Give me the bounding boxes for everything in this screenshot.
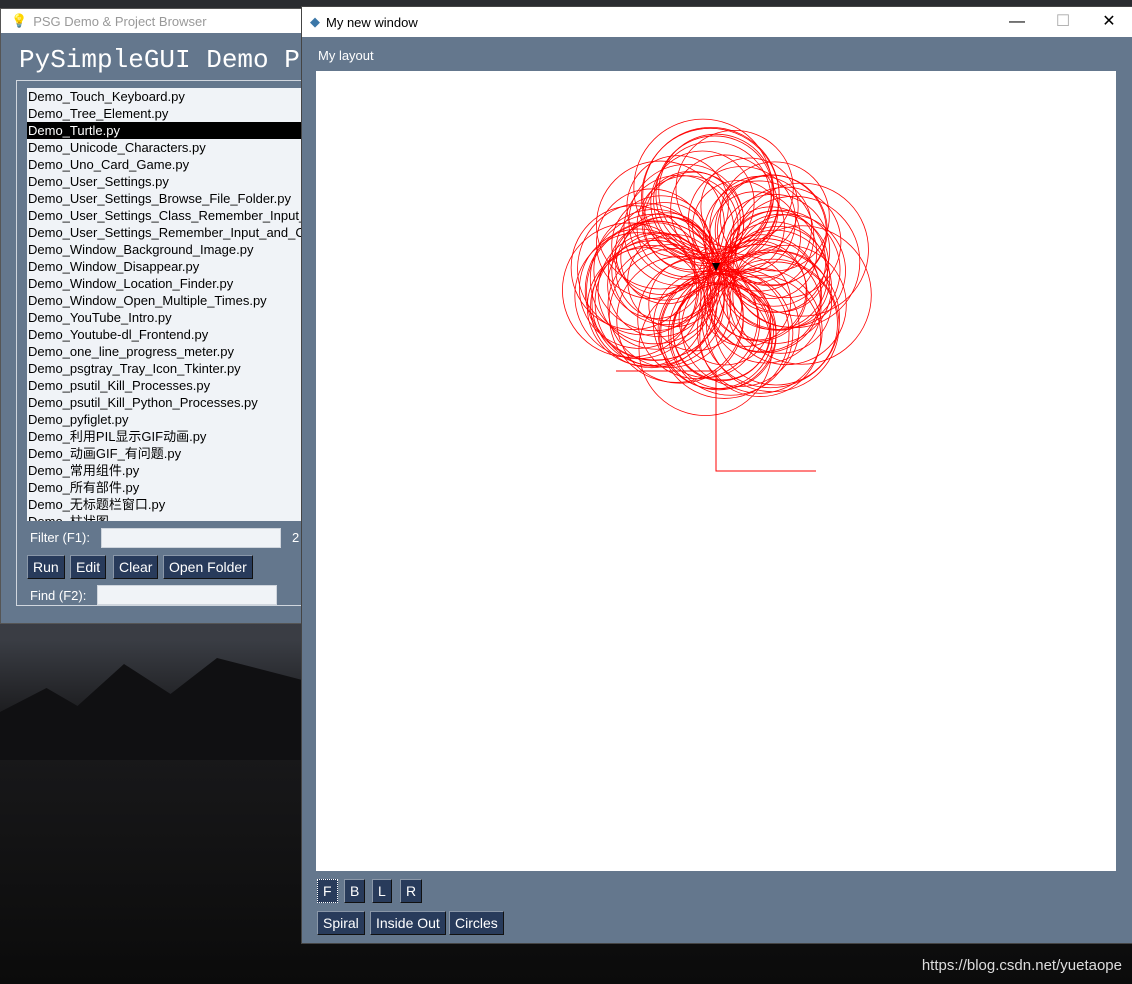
inside-out-button[interactable]: Inside Out: [370, 911, 446, 935]
forward-button[interactable]: F: [317, 879, 338, 903]
file-list-item[interactable]: Demo_User_Settings.py: [27, 173, 307, 190]
file-list-item[interactable]: Demo_User_Settings_Class_Remember_Input_: [27, 207, 307, 224]
title-bar: ◆ My new window — ☐ ✕: [302, 7, 1132, 37]
window-title: PSG Demo & Project Browser: [33, 13, 207, 29]
file-list-item[interactable]: Demo_Window_Open_Multiple_Times.py: [27, 292, 307, 309]
bulb-icon: 💡: [11, 13, 28, 28]
file-list-item[interactable]: Demo_无标题栏窗口.py: [27, 496, 307, 513]
layout-label: My layout: [318, 48, 374, 63]
file-list-item[interactable]: Demo_利用PIL显示GIF动画.py: [27, 428, 307, 445]
file-list-item[interactable]: Demo_动画GIF_有问题.py: [27, 445, 307, 462]
python-icon: ◆: [310, 14, 320, 29]
mountain-silhouette: [0, 658, 310, 760]
file-list-item[interactable]: Demo_User_Settings_Remember_Input_and_C: [27, 224, 307, 241]
close-button[interactable]: ✕: [1086, 7, 1132, 37]
back-button[interactable]: B: [344, 879, 366, 903]
file-list-item[interactable]: Demo_Window_Location_Finder.py: [27, 275, 307, 292]
spiral-button[interactable]: Spiral: [317, 911, 365, 935]
file-list-item[interactable]: Demo_Youtube-dl_Frontend.py: [27, 326, 307, 343]
file-list-item[interactable]: Demo_Uno_Card_Game.py: [27, 156, 307, 173]
file-list-item[interactable]: Demo_Unicode_Characters.py: [27, 139, 307, 156]
find-label: Find (F2):: [30, 588, 87, 603]
file-list[interactable]: Demo_Touch_Keyboard.py Demo_Tree_Element.…: [27, 88, 307, 521]
run-button[interactable]: Run: [27, 555, 65, 579]
file-list-item[interactable]: Demo_柱状图: [27, 513, 307, 521]
turtle-window: ◆ My new window — ☐ ✕ My layout F B L R …: [301, 6, 1132, 944]
file-list-item[interactable]: Demo_Touch_Keyboard.py: [27, 88, 307, 105]
file-list-item[interactable]: Demo_所有部件.py: [27, 479, 307, 496]
circles-button[interactable]: Circles: [449, 911, 504, 935]
turtle-circle: [616, 256, 744, 384]
clear-button[interactable]: Clear: [113, 555, 159, 579]
file-list-item[interactable]: Demo_psgtray_Tray_Icon_Tkinter.py: [27, 360, 307, 377]
left-button[interactable]: L: [372, 879, 392, 903]
file-list-item[interactable]: Demo_User_Settings_Browse_File_Folder.py: [27, 190, 307, 207]
file-list-item[interactable]: Demo_Turtle.py: [27, 122, 307, 139]
filter-input[interactable]: [101, 528, 281, 548]
file-list-item[interactable]: Demo_常用组件.py: [27, 462, 307, 479]
edit-button[interactable]: Edit: [70, 555, 107, 579]
file-list-item[interactable]: Demo_Tree_Element.py: [27, 105, 307, 122]
file-list-item[interactable]: Demo_one_line_progress_meter.py: [27, 343, 307, 360]
turtle-canvas[interactable]: [316, 71, 1116, 871]
filter-label: Filter (F1):: [30, 530, 90, 545]
page-title: PySimpleGUI Demo Pro: [19, 45, 332, 75]
maximize-button[interactable]: ☐: [1040, 7, 1086, 37]
file-list-item[interactable]: Demo_pyfiglet.py: [27, 411, 307, 428]
file-list-item[interactable]: Demo_psutil_Kill_Processes.py: [27, 377, 307, 394]
watermark: https://blog.csdn.net/yuetaope: [921, 957, 1122, 974]
title-bar: 💡 PSG Demo & Project Browser: [1, 9, 303, 33]
turtle-circle: [727, 195, 861, 329]
file-count: 2: [292, 530, 300, 545]
file-list-item[interactable]: Demo_YouTube_Intro.py: [27, 309, 307, 326]
find-input[interactable]: [97, 585, 277, 605]
window-title: My new window: [326, 14, 418, 30]
minimize-button[interactable]: —: [994, 7, 1040, 37]
right-button[interactable]: R: [400, 879, 423, 903]
turtle-drawing: [562, 118, 872, 472]
file-list-item[interactable]: Demo_Window_Disappear.py: [27, 258, 307, 275]
file-list-item[interactable]: Demo_Window_Background_Image.py: [27, 241, 307, 258]
file-list-item[interactable]: Demo_psutil_Kill_Python_Processes.py: [27, 394, 307, 411]
open-folder-button[interactable]: Open Folder: [163, 555, 253, 579]
